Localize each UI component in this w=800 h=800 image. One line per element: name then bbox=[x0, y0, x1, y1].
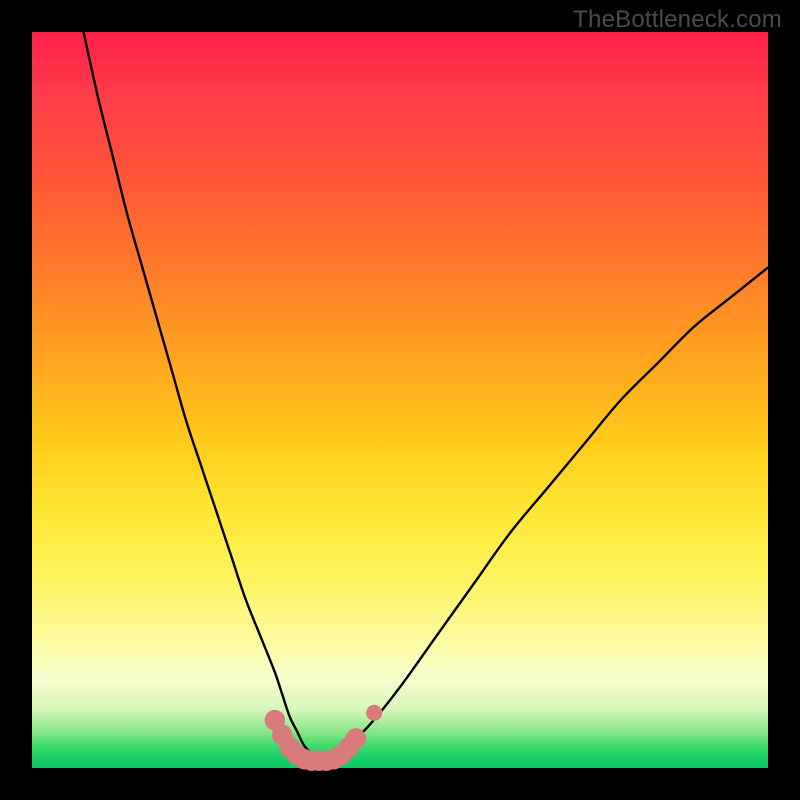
curve-marker bbox=[366, 705, 382, 721]
curve-markers bbox=[265, 705, 383, 771]
curve-marker bbox=[346, 728, 367, 749]
plot-area bbox=[32, 32, 768, 768]
bottleneck-curve bbox=[84, 32, 768, 761]
chart-frame: TheBottleneck.com bbox=[0, 0, 800, 800]
bottleneck-curve-svg bbox=[32, 32, 768, 768]
watermark-text: TheBottleneck.com bbox=[573, 6, 782, 34]
